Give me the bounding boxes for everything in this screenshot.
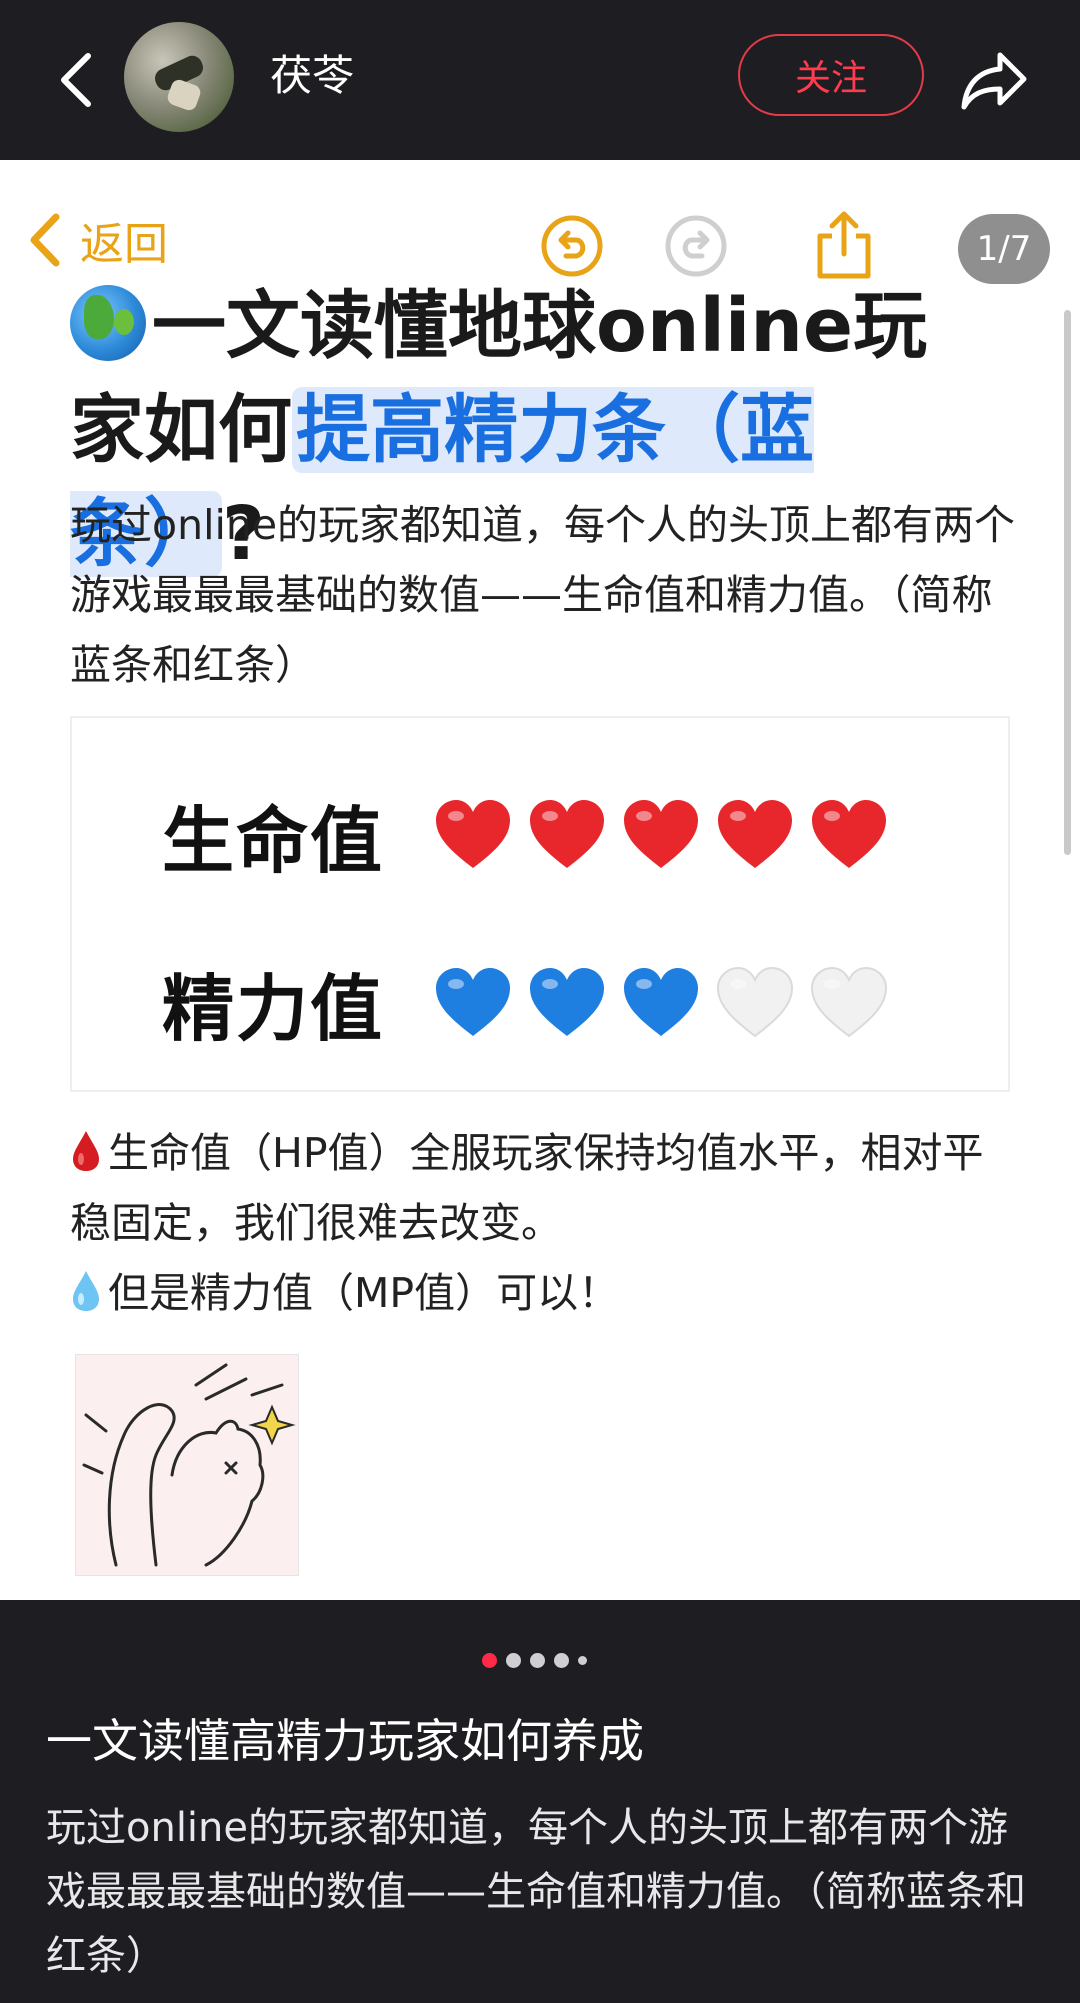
heart-empty-icon: [810, 966, 888, 1038]
heart-filled-icon: [624, 800, 698, 868]
heart-empty-icon: [716, 966, 794, 1038]
globe-emoji-icon: [70, 285, 146, 361]
share-arrow-icon: [961, 52, 1027, 110]
stats-box: 生命值 精力值: [70, 716, 1010, 1092]
heart-filled-icon: [624, 968, 698, 1036]
blood-drop-icon: [73, 1131, 99, 1171]
top-app-bar: 茯苓 关注: [0, 0, 1080, 160]
hp-label: 生命值: [162, 798, 385, 883]
heart-filled-icon: [530, 800, 604, 868]
back-button[interactable]: [36, 40, 116, 120]
share-upload-icon: [817, 211, 871, 279]
chevron-left-icon: [61, 53, 91, 107]
heart-filled-icon: [812, 800, 886, 868]
cat-sticker-image: [75, 1354, 299, 1576]
page-indicator: 1/7: [958, 214, 1050, 284]
hp-hearts: [432, 796, 890, 872]
redo-icon: [665, 215, 727, 277]
mp-row: 精力值: [162, 952, 890, 1052]
post-image-card[interactable]: 返回 1/7 一文读懂地球online玩家如何提高精力条（蓝条）? 玩过onli…: [0, 160, 1080, 1600]
chevron-left-icon: [30, 213, 60, 267]
carousel-dots[interactable]: [482, 1652, 587, 1668]
carousel-dot[interactable]: [578, 1655, 587, 1665]
heart-filled-icon: [436, 968, 510, 1036]
mp-line: 但是精力值（MP值）可以！: [108, 1269, 620, 1317]
post-title: 一文读懂高精力玩家如何养成: [46, 1714, 644, 1768]
notes-back-button: 返回: [28, 210, 168, 270]
undo-icon: [541, 215, 603, 277]
share-button[interactable]: [950, 40, 1040, 120]
hp-row: 生命值: [162, 784, 890, 884]
intro-paragraph: 玩过online的玩家都知道，每个人的头顶上都有两个游戏最最最基础的数值——生命…: [70, 501, 1016, 689]
heart-filled-icon: [530, 968, 604, 1036]
scroll-indicator: [1064, 310, 1071, 855]
avatar[interactable]: [124, 22, 234, 132]
carousel-dot[interactable]: [530, 1652, 545, 1668]
notes-back-label: 返回: [80, 219, 168, 270]
carousel-dot-active[interactable]: [482, 1652, 497, 1668]
mp-hearts: [432, 964, 890, 1040]
carousel-dot[interactable]: [506, 1652, 521, 1668]
hp-mp-paragraph: 生命值（HP值）全服玩家保持均值水平，相对平稳固定，我们很难去改变。 但是精力值…: [70, 1118, 1020, 1328]
heart-filled-icon: [436, 800, 510, 868]
notes-toolbar: 返回 1/7: [0, 184, 1080, 284]
carousel-dot[interactable]: [554, 1652, 569, 1668]
heart-filled-icon: [718, 800, 792, 868]
username[interactable]: 茯苓: [270, 48, 354, 104]
water-drop-icon: [73, 1271, 99, 1311]
hp-line: 生命值（HP值）全服玩家保持均值水平，相对平稳固定，我们很难去改变。: [70, 1129, 984, 1247]
post-body: 玩过online的玩家都知道，每个人的头顶上都有两个游戏最最最基础的数值——生命…: [46, 1805, 1026, 1979]
follow-button[interactable]: 关注: [738, 34, 924, 116]
mp-label: 精力值: [162, 966, 385, 1051]
